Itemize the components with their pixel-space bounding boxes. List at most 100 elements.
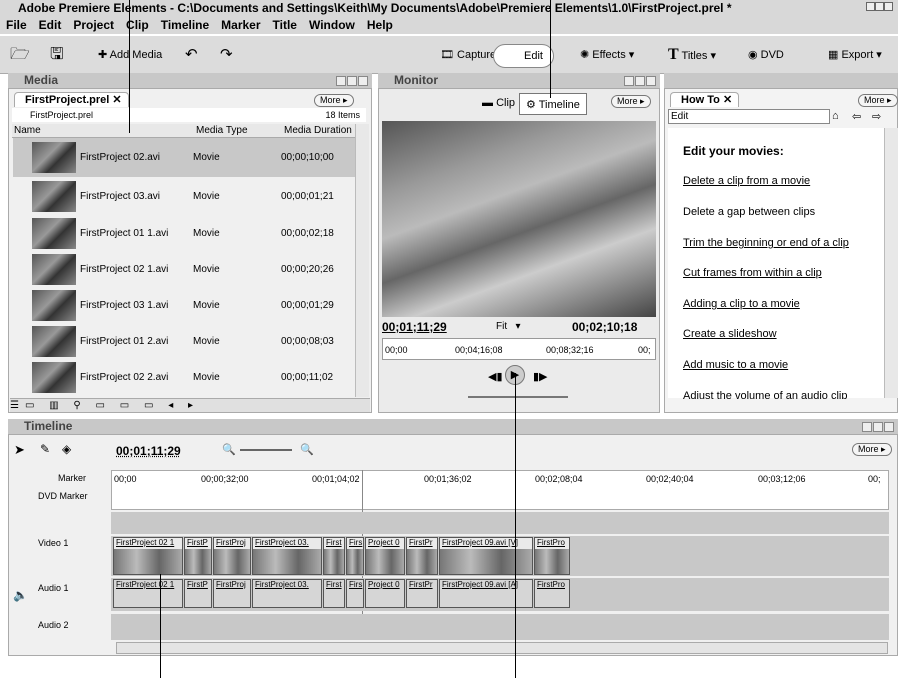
- step-back-icon[interactable]: ◀▮: [488, 370, 503, 383]
- selection-tool-icon[interactable]: ➤: [14, 442, 25, 458]
- timeline-ruler[interactable]: 00;00 00;00;32;00 00;01;04;02 00;01;36;0…: [111, 470, 889, 510]
- media-row-type: Movie: [193, 191, 220, 202]
- media-row[interactable]: FirstProject 02 1.avi Movie 00;00;20;26: [13, 250, 355, 289]
- menu-timeline[interactable]: Timeline: [161, 18, 209, 32]
- howto-link[interactable]: Cut frames from within a clip: [683, 267, 822, 279]
- razor-tool-icon[interactable]: ✎: [40, 442, 50, 456]
- redo-icon[interactable]: ↷: [220, 46, 233, 64]
- fit-dropdown[interactable]: Fit ▾: [496, 321, 520, 332]
- col-type[interactable]: Media Type: [196, 124, 248, 138]
- edit-button[interactable]: Edit: [493, 44, 554, 68]
- forward-icon[interactable]: ⇨: [872, 110, 881, 123]
- media-row[interactable]: FirstProject 01 2.avi Movie 00;00;08;03: [13, 322, 355, 361]
- audio-clip[interactable]: Firs: [346, 579, 364, 608]
- titles-button[interactable]: T Titles ▾: [668, 46, 716, 65]
- video-clip[interactable]: FirstP: [184, 537, 212, 575]
- howto-link[interactable]: Adjust the volume of an audio clip: [683, 390, 848, 399]
- video-clip[interactable]: FirstProject 02 1: [113, 537, 183, 575]
- audio-clip[interactable]: FirstProject 02 1: [113, 579, 183, 608]
- audio-clip[interactable]: FirstProject 09.avi [A]: [439, 579, 533, 608]
- timeline-hscrollbar[interactable]: [116, 642, 888, 654]
- audio-clip[interactable]: FirstPro: [534, 579, 570, 608]
- menu-window[interactable]: Window: [309, 18, 355, 32]
- howto-tab-label: How To: [681, 94, 720, 106]
- howto-link[interactable]: Delete a clip from a movie: [683, 175, 810, 187]
- callout-line: [129, 0, 130, 133]
- video-clip[interactable]: Firs: [346, 537, 364, 575]
- step-forward-icon[interactable]: ▮▶: [533, 370, 548, 383]
- media-tab[interactable]: FirstProject.prel ✕: [14, 92, 129, 107]
- video-clip[interactable]: FirstPr: [406, 537, 438, 575]
- timeline-view-button[interactable]: ⚙ Timeline: [519, 93, 587, 115]
- menu-marker[interactable]: Marker: [221, 18, 260, 32]
- col-name[interactable]: Name: [14, 124, 41, 138]
- media-row[interactable]: FirstProject 02.avi Movie 00;00;10;00: [13, 138, 355, 177]
- media-project-bar: FirstProject.prel 18 Items: [12, 108, 366, 122]
- audio-clip[interactable]: FirstProject 03.: [252, 579, 322, 608]
- zoom-in-icon[interactable]: 🔍: [300, 443, 314, 456]
- shuttle-slider[interactable]: [468, 396, 568, 398]
- audio-clip[interactable]: FirstPr: [406, 579, 438, 608]
- audio-clip-label: Project 0: [368, 580, 400, 589]
- media-more-button[interactable]: More ▸: [314, 94, 354, 107]
- dvd-button[interactable]: ◉ DVD: [748, 46, 784, 64]
- timeline-more-button[interactable]: More ▸: [852, 443, 892, 456]
- menu-edit[interactable]: Edit: [39, 18, 62, 32]
- howto-tab[interactable]: How To ✕: [670, 92, 740, 107]
- open-folder-icon[interactable]: 🗁: [10, 46, 30, 64]
- media-window-buttons[interactable]: [335, 75, 369, 86]
- audio-clip[interactable]: FirstP: [184, 579, 212, 608]
- howto-search[interactable]: Edit: [668, 109, 830, 124]
- ruler-tick: 00;02;08;04: [535, 474, 583, 484]
- effects-button[interactable]: ✺ Effects ▾: [580, 46, 634, 64]
- audio-clip[interactable]: FirstProj: [213, 579, 251, 608]
- audio-clip-label: FirstProject 02 1: [116, 580, 175, 589]
- menu-title[interactable]: Title: [273, 18, 297, 32]
- timeline-current-time[interactable]: 00;01;11;29: [116, 444, 181, 458]
- menu-help[interactable]: Help: [367, 18, 393, 32]
- howto-scrollbar[interactable]: [884, 128, 898, 398]
- speaker-icon[interactable]: 🔈: [13, 588, 28, 602]
- video-clip[interactable]: FirstProject 03.: [252, 537, 322, 575]
- video-clip[interactable]: First: [323, 537, 345, 575]
- media-scrollbar[interactable]: [355, 124, 369, 397]
- back-icon[interactable]: ⇦: [852, 110, 861, 123]
- howto-link[interactable]: Trim the beginning or end of a clip: [683, 237, 849, 249]
- menu-file[interactable]: File: [6, 18, 27, 32]
- audio-clip[interactable]: First: [323, 579, 345, 608]
- window-controls[interactable]: [866, 2, 896, 14]
- monitor-ruler[interactable]: 00;00 00;04;16;08 00;08;32;16 00;: [382, 338, 656, 360]
- current-time[interactable]: 00;01;11;29: [382, 320, 447, 334]
- add-media-button[interactable]: ✚ Add Media: [98, 46, 162, 64]
- media-row[interactable]: FirstProject 02 2.avi Movie 00;00;11;02: [13, 358, 355, 397]
- howto-link[interactable]: Adding a clip to a movie: [683, 298, 800, 310]
- undo-icon[interactable]: ↶: [185, 46, 198, 64]
- zoom-out-icon[interactable]: 🔍: [222, 443, 236, 456]
- howto-more-button[interactable]: More ▸: [858, 94, 898, 107]
- clip-view-button[interactable]: ▬ Clip: [482, 97, 515, 109]
- zoom-slider[interactable]: [240, 449, 292, 451]
- howto-link[interactable]: Add music to a movie: [683, 359, 788, 371]
- monitor-title: Monitor: [394, 73, 438, 87]
- monitor-more-button[interactable]: More ▸: [611, 95, 651, 108]
- video-clip[interactable]: FirstProject 09.avi [V]: [439, 537, 533, 575]
- video-clip[interactable]: FirstProj: [213, 537, 251, 575]
- home-icon[interactable]: ⌂: [832, 110, 839, 122]
- menu-project[interactable]: Project: [73, 18, 114, 32]
- marker-tool-icon[interactable]: ◈: [62, 442, 71, 456]
- media-row[interactable]: FirstProject 01 1.avi Movie 00;00;02;18: [13, 214, 355, 253]
- audio-clip[interactable]: Project 0: [365, 579, 405, 608]
- howto-link[interactable]: Create a slideshow: [683, 328, 777, 340]
- export-button[interactable]: ▦ Export ▾: [828, 46, 882, 64]
- media-bottom-toolbar[interactable]: ☰▭ ▥ ⚲ ▭ ▭ ▭ ◂ ▸: [10, 398, 370, 412]
- col-duration[interactable]: Media Duration: [284, 124, 352, 138]
- howto-link[interactable]: Delete a gap between clips: [683, 206, 815, 218]
- media-row[interactable]: FirstProject 03 1.avi Movie 00;00;01;29: [13, 286, 355, 325]
- video-clip[interactable]: Project 0: [365, 537, 405, 575]
- timeline-window-buttons[interactable]: [861, 421, 895, 432]
- monitor-window-buttons[interactable]: [623, 75, 657, 86]
- save-icon[interactable]: 🖫: [50, 46, 64, 64]
- media-row[interactable]: FirstProject 03.avi Movie 00;00;01;21: [13, 177, 355, 216]
- video-clip[interactable]: FirstPro: [534, 537, 570, 575]
- capture-button[interactable]: 🎞 Capture: [440, 46, 496, 64]
